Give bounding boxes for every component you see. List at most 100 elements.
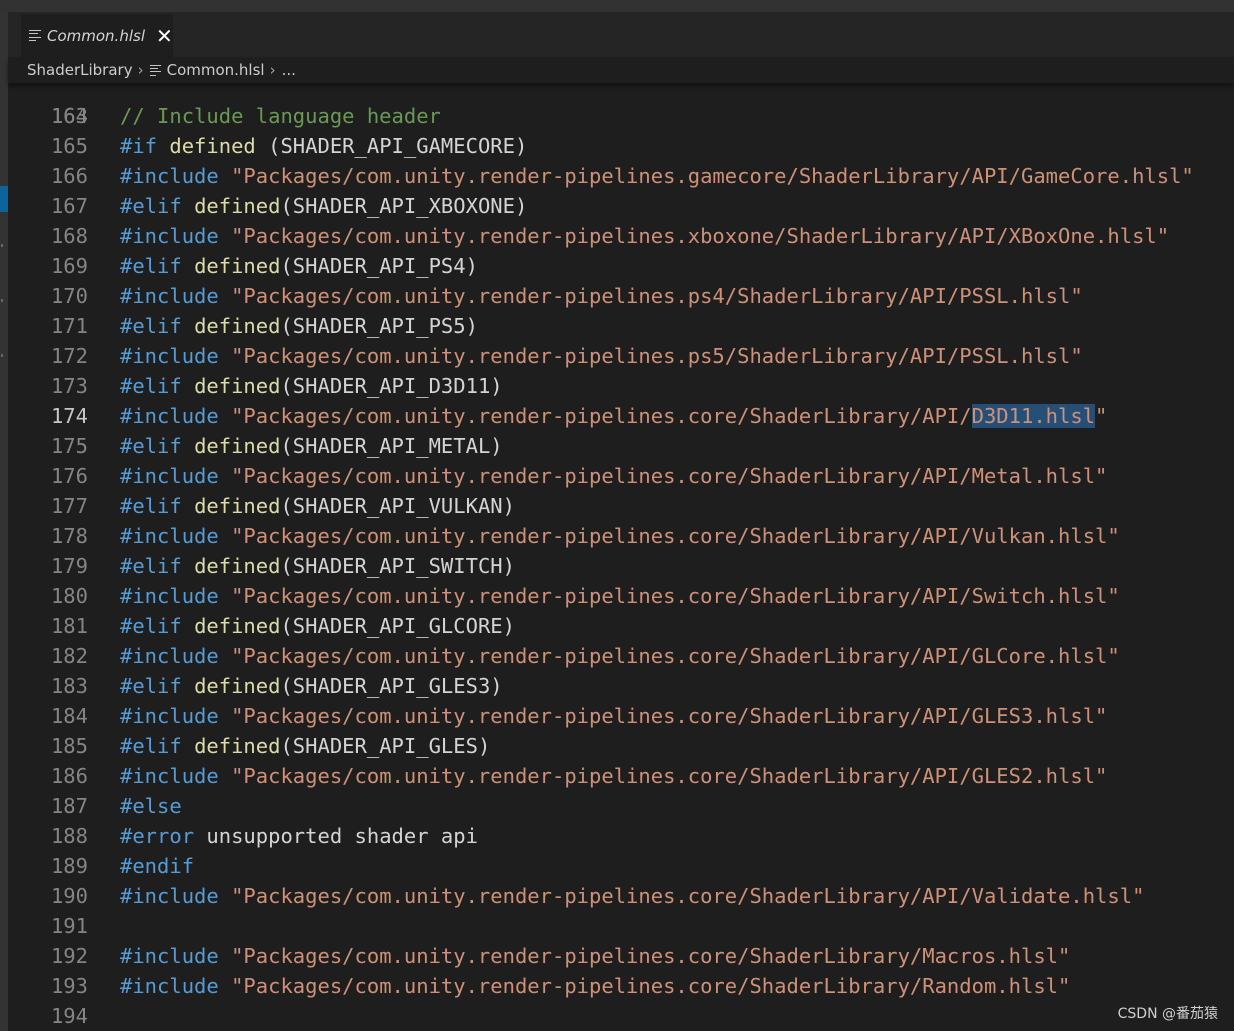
code-line[interactable]: 164 // Include language header (8, 101, 1234, 131)
code-line[interactable]: 170 #include "Packages/com.unity.render-p… (8, 281, 1234, 311)
code-line[interactable]: 167 #elif defined(SHADER_API_XBOXONE) (8, 191, 1234, 221)
breadcrumb-folder[interactable]: ShaderLibrary (27, 61, 133, 79)
code-line-partial: 163 (8, 83, 1234, 128)
code-line[interactable]: 181 #elif defined(SHADER_API_GLCORE) (8, 611, 1234, 641)
code-line[interactable]: 185 #elif defined(SHADER_API_GLES) (8, 731, 1234, 761)
code-line[interactable]: 189 #endif (8, 851, 1234, 881)
code-text[interactable]: #elif defined(SHADER_API_D3D11) (120, 371, 503, 401)
code-text[interactable]: #elif defined(SHADER_API_VULKAN) (120, 491, 515, 521)
code-text[interactable]: #include "Packages/com.unity.render-pipe… (120, 281, 1083, 311)
code-text[interactable]: #error unsupported shader api (120, 821, 478, 851)
code-line[interactable]: 176 #include "Packages/com.unity.render-p… (8, 461, 1234, 491)
code-text[interactable]: #elif defined(SHADER_API_PS5) (120, 311, 478, 341)
code-line[interactable]: 192 #include "Packages/com.unity.render-p… (8, 941, 1234, 971)
code-line[interactable]: 180 #include "Packages/com.unity.render-p… (8, 581, 1234, 611)
code-text[interactable]: #elif defined(SHADER_API_GLES) (120, 731, 490, 761)
file-lines-icon (149, 64, 161, 77)
code-token: defined (194, 734, 281, 758)
code-token: (SHADER_API_GLES3) (280, 674, 503, 698)
tab-common-hlsl[interactable]: Common.hlsl ✕ (21, 14, 173, 57)
code-line[interactable]: 166 #include "Packages/com.unity.render-p… (8, 161, 1234, 191)
line-number: 167 (50, 194, 88, 218)
code-line[interactable]: 191 (8, 911, 1234, 941)
code-token: // Include language header (120, 104, 441, 128)
code-line[interactable]: 182 #include "Packages/com.unity.render-p… (8, 641, 1234, 671)
code-line[interactable]: 179 #elif defined(SHADER_API_SWITCH) (8, 551, 1234, 581)
code-line[interactable]: 194 (8, 1001, 1234, 1031)
active-indicator (0, 186, 8, 212)
code-text[interactable]: #include "Packages/com.unity.render-pipe… (120, 581, 1120, 611)
code-text[interactable]: #elif defined(SHADER_API_GLCORE) (120, 611, 515, 641)
code-text[interactable]: #include "Packages/com.unity.render-pipe… (120, 521, 1120, 551)
line-number: 182 (50, 644, 88, 668)
code-line[interactable]: 173 #elif defined(SHADER_API_D3D11) (8, 371, 1234, 401)
code-text[interactable]: #include "Packages/com.unity.render-pipe… (120, 761, 1107, 791)
close-icon[interactable]: ✕ (156, 26, 173, 46)
line-number: 176 (50, 464, 88, 488)
line-number: 189 (50, 854, 88, 878)
code-line[interactable]: 165 #if defined (SHADER_API_GAMECORE) (8, 131, 1234, 161)
title-bar (0, 0, 1234, 12)
code-text[interactable]: #elif defined(SHADER_API_METAL) (120, 431, 503, 461)
code-text[interactable]: #include "Packages/com.unity.render-pipe… (120, 881, 1144, 911)
code-text[interactable]: #endif (120, 851, 194, 881)
code-line[interactable]: 178 #include "Packages/com.unity.render-p… (8, 521, 1234, 551)
code-text[interactable]: #elif defined(SHADER_API_PS4) (120, 251, 478, 281)
code-token: (SHADER_API_GLES) (280, 734, 491, 758)
code-text[interactable]: #elif defined(SHADER_API_XBOXONE) (120, 191, 527, 221)
code-text[interactable]: #include "Packages/com.unity.render-pipe… (120, 641, 1120, 671)
code-text[interactable]: #elif defined(SHADER_API_SWITCH) (120, 551, 515, 581)
line-number: 168 (50, 224, 88, 248)
code-line[interactable]: 193 #include "Packages/com.unity.render-p… (8, 971, 1234, 1001)
code-text[interactable]: #include "Packages/com.unity.render-pipe… (120, 941, 1070, 971)
code-text[interactable]: #include "Packages/com.unity.render-pipe… (120, 341, 1083, 371)
code-token: #include (120, 584, 219, 608)
code-text[interactable]: #include "Packages/com.unity.render-pipe… (120, 461, 1107, 491)
code-line[interactable]: 177 #elif defined(SHADER_API_VULKAN) (8, 491, 1234, 521)
code-line[interactable]: 190 #include "Packages/com.unity.render-p… (8, 881, 1234, 911)
code-line[interactable]: 175 #elif defined(SHADER_API_METAL) (8, 431, 1234, 461)
code-line[interactable]: 171 #elif defined(SHADER_API_PS5) (8, 311, 1234, 341)
code-line[interactable]: 168 #include "Packages/com.unity.render-p… (8, 221, 1234, 251)
code-token: "Packages/com.unity.render-pipelines.cor… (231, 464, 1108, 488)
code-text[interactable]: #elif defined(SHADER_API_GLES3) (120, 671, 503, 701)
code-text[interactable]: // Include language header (120, 101, 441, 131)
code-line[interactable]: 187 #else (8, 791, 1234, 821)
code-line[interactable]: 188 #error unsupported shader api (8, 821, 1234, 851)
code-text[interactable]: #include "Packages/com.unity.render-pipe… (120, 701, 1107, 731)
code-text[interactable]: #else (120, 791, 182, 821)
code-line[interactable]: 172 #include "Packages/com.unity.render-p… (8, 341, 1234, 371)
code-text[interactable]: #include "Packages/com.unity.render-pipe… (120, 161, 1194, 191)
breadcrumb-symbols[interactable]: ... (282, 61, 296, 79)
edge-tick (1, 244, 3, 247)
code-line[interactable]: 169 #elif defined(SHADER_API_PS4) (8, 251, 1234, 281)
code-line[interactable]: 186 #include "Packages/com.unity.render-p… (8, 761, 1234, 791)
code-text[interactable]: #include "Packages/com.unity.render-pipe… (120, 971, 1070, 1001)
code-line[interactable]: 184 #include "Packages/com.unity.render-p… (8, 701, 1234, 731)
code-editor[interactable]: 163 164 // Include language header 165 #if … (8, 83, 1234, 1031)
code-token: #elif (120, 374, 182, 398)
code-token: (SHADER_API_D3D11) (280, 374, 503, 398)
code-line[interactable]: 183 #elif defined(SHADER_API_GLES3) (8, 671, 1234, 701)
line-number: 171 (50, 314, 88, 338)
breadcrumb-file[interactable]: Common.hlsl (167, 61, 265, 79)
code-text[interactable]: #include "Packages/com.unity.render-pipe… (120, 221, 1169, 251)
code-line[interactable]: 174 #include "Packages/com.unity.render-p… (8, 401, 1234, 431)
code-token: #include (120, 164, 219, 188)
code-text[interactable]: #include "Packages/com.unity.render-pipe… (120, 401, 1107, 431)
line-number: 169 (50, 254, 88, 278)
line-number: 174 (50, 404, 88, 428)
code-text[interactable]: #if defined (SHADER_API_GAMECORE) (120, 131, 527, 161)
line-number: 173 (50, 374, 88, 398)
code-token: (SHADER_API_SWITCH) (280, 554, 515, 578)
